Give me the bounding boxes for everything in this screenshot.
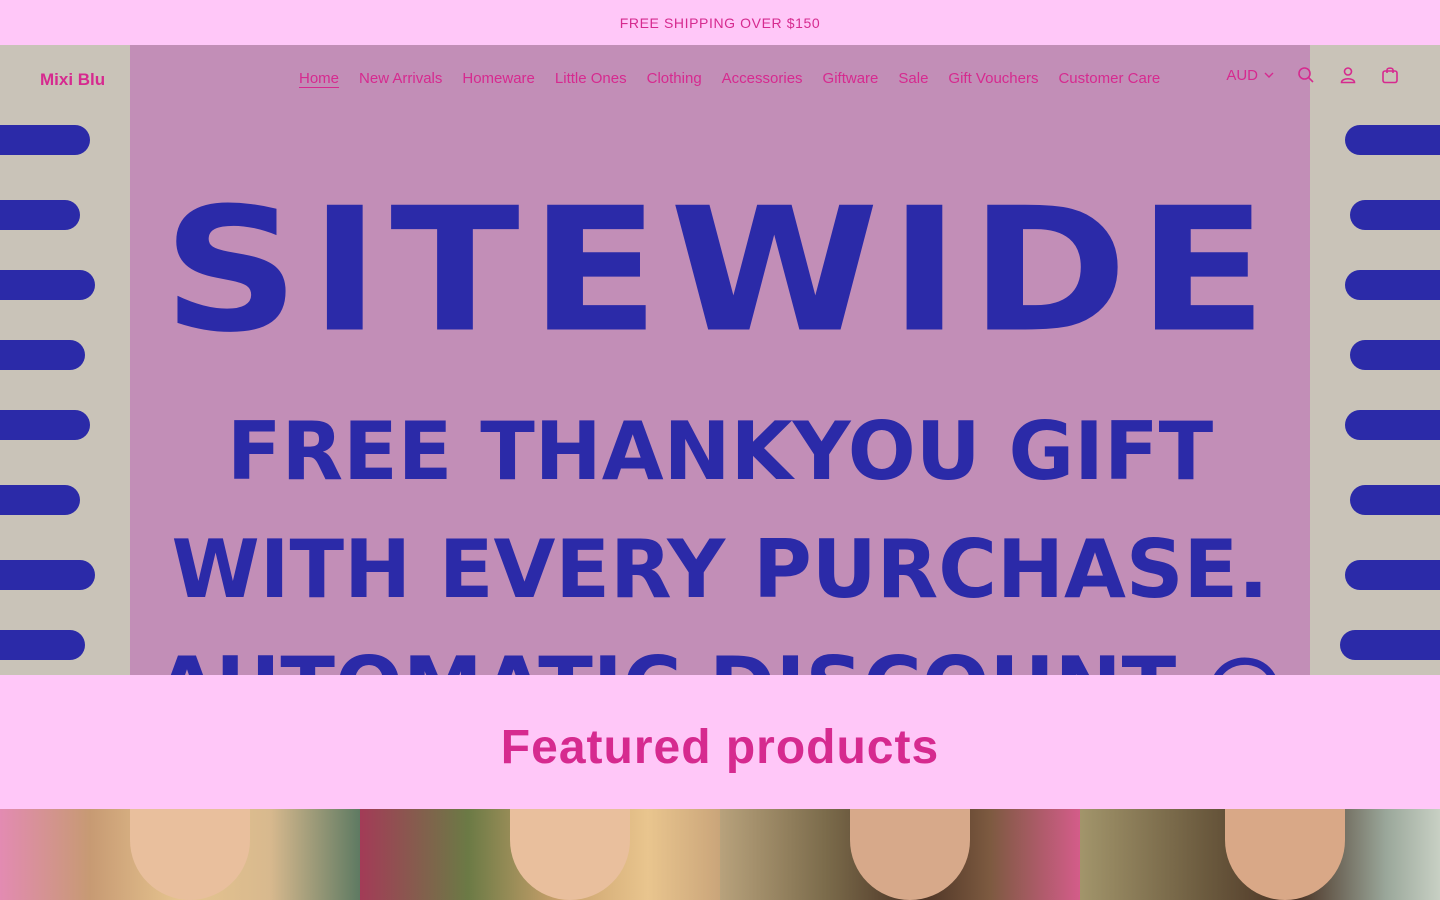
nav-item-accessories[interactable]: Accessories bbox=[722, 70, 803, 87]
product-card[interactable] bbox=[360, 809, 720, 900]
featured-products-heading: Featured products bbox=[500, 721, 940, 774]
nav-item-clothing[interactable]: Clothing bbox=[647, 70, 702, 87]
currency-label: AUD bbox=[1226, 66, 1258, 84]
hero-banner[interactable]: SITEWIDE FREE THANKYOU GIFT WITH EVERY P… bbox=[0, 45, 1440, 675]
nav-item-gift-vouchers[interactable]: Gift Vouchers bbox=[948, 70, 1038, 87]
product-image bbox=[510, 809, 630, 900]
product-card[interactable] bbox=[0, 809, 360, 900]
product-card[interactable] bbox=[1080, 809, 1440, 900]
chevron-down-icon bbox=[1264, 70, 1274, 80]
announcement-bar: FREE SHIPPING OVER $150 bbox=[0, 0, 1440, 45]
cart-icon[interactable] bbox=[1380, 65, 1400, 85]
main-nav: Home New Arrivals Homeware Little Ones C… bbox=[299, 70, 1160, 87]
nav-item-little-ones[interactable]: Little Ones bbox=[555, 70, 627, 87]
hero-heading: SITEWIDE bbox=[162, 171, 1278, 370]
header-utilities: AUD bbox=[1226, 65, 1400, 85]
site-header: Mixi Blu Home New Arrivals Homeware Litt… bbox=[0, 45, 1440, 115]
product-image bbox=[130, 809, 250, 900]
product-grid bbox=[0, 809, 1440, 900]
account-icon[interactable] bbox=[1338, 65, 1358, 85]
currency-selector[interactable]: AUD bbox=[1226, 67, 1274, 84]
decorative-stripe bbox=[0, 125, 90, 155]
nav-item-giftware[interactable]: Giftware bbox=[823, 70, 879, 87]
decorative-stripe bbox=[1345, 125, 1440, 155]
hero-line-2: FREE THANKYOU GIFT bbox=[226, 405, 1214, 498]
product-image bbox=[1225, 809, 1345, 900]
hero-line-4: AUTOMATIC DISCOUNT @ bbox=[0, 640, 1440, 675]
logo[interactable]: Mixi Blu bbox=[40, 70, 105, 90]
hero-line-3: WITH EVERY PURCHASE. bbox=[171, 523, 1269, 616]
search-icon[interactable] bbox=[1296, 65, 1316, 85]
announcement-text: FREE SHIPPING OVER $150 bbox=[619, 14, 821, 31]
nav-item-new-arrivals[interactable]: New Arrivals bbox=[359, 70, 442, 87]
nav-item-homeware[interactable]: Homeware bbox=[462, 70, 535, 87]
nav-item-sale[interactable]: Sale bbox=[898, 70, 928, 87]
nav-item-customer-care[interactable]: Customer Care bbox=[1058, 70, 1160, 87]
product-image bbox=[850, 809, 970, 900]
nav-item-home[interactable]: Home bbox=[299, 70, 339, 87]
product-card[interactable] bbox=[720, 809, 1080, 900]
